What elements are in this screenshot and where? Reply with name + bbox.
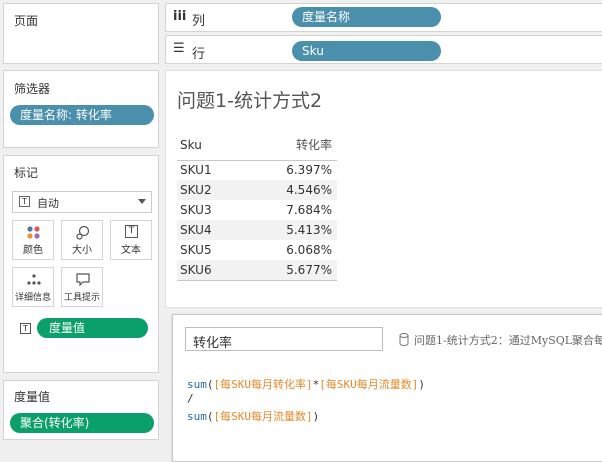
mark-type-label: 自动 — [37, 197, 59, 210]
pages-title: 页面 — [14, 14, 39, 28]
text-label: 文本 — [121, 245, 141, 256]
formula-paren: ) — [312, 410, 320, 423]
text-button[interactable]: T 文本 — [110, 220, 152, 260]
cell-value: 5.413% — [286, 223, 332, 237]
row-header-sku: SKU5 — [180, 243, 212, 257]
marks-pill-measure-values[interactable]: 度量值 — [37, 318, 148, 338]
filters-title: 筛选器 — [14, 82, 51, 96]
table-row[interactable]: SKU4 5.413% — [177, 220, 337, 240]
columns-shelf[interactable]: iii 列 度量名称 — [165, 3, 602, 32]
measure-values-panel[interactable]: 度量值 聚合(转化率) — [3, 380, 159, 440]
formula-field: [每SKU每月转化率] — [213, 378, 313, 391]
color-icon — [27, 226, 40, 239]
size-label: 大小 — [72, 245, 92, 256]
text-icon: T — [125, 225, 138, 238]
calc-datasource-label: 问题1-统计方式2：通过MySQL聚合每S — [414, 334, 602, 347]
formula-paren: ( — [206, 378, 214, 391]
marks-title: 标记 — [14, 166, 39, 180]
formula-field: [每SKU每月流量数] — [213, 410, 313, 423]
formula-field: [每SKU每月流量数] — [319, 378, 419, 391]
column-header-sku[interactable]: Sku — [177, 130, 251, 160]
rows-pill-sku[interactable]: Sku — [292, 41, 441, 61]
calc-name-value: 转化率 — [193, 336, 233, 351]
columns-label: 列 — [192, 14, 206, 29]
tooltip-icon — [76, 273, 90, 287]
table-row[interactable]: SKU1 6.397% — [177, 160, 337, 180]
table-header-row: Sku 转化率 — [177, 130, 337, 160]
formula-paren: ( — [206, 410, 214, 423]
view-title: 问题1-统计方式2 — [177, 90, 323, 112]
filter-pill-measure-names[interactable]: 度量名称: 转化率 — [10, 105, 154, 125]
columns-pill-measure-names[interactable]: 度量名称 — [292, 7, 441, 27]
cell-value: 6.068% — [286, 243, 332, 257]
row-header-sku: SKU3 — [180, 203, 212, 217]
column-header-conversion-rate[interactable]: 转化率 — [251, 130, 337, 160]
detail-button[interactable]: 详细信息 — [12, 267, 54, 307]
rows-icon: ☰ — [173, 41, 185, 56]
table-row[interactable]: SKU6 5.677% — [177, 260, 337, 280]
measure-values-title: 度量值 — [14, 390, 51, 404]
calc-name-field[interactable]: 转化率 — [185, 327, 383, 351]
marks-panel[interactable]: 标记 T 自动 颜色 大小 T 文本 详细信息 工具提示 T 度量值 — [3, 155, 159, 373]
measure-values-pill-aggregate[interactable]: 聚合(转化率) — [10, 413, 154, 433]
size-icon — [76, 225, 90, 240]
calc-formula-line-3[interactable]: sum([每SKU每月流量数]) — [187, 408, 319, 424]
color-label: 颜色 — [23, 245, 43, 256]
detail-label: 详细信息 — [14, 293, 51, 303]
detail-icon — [27, 274, 41, 285]
table-row[interactable]: SKU2 4.546% — [177, 180, 337, 200]
formula-operator: / — [187, 392, 194, 405]
cell-value: 6.397% — [286, 163, 332, 178]
tooltip-label: 工具提示 — [63, 293, 100, 303]
row-header-sku: SKU2 — [180, 183, 212, 197]
row-header-sku: SKU4 — [180, 223, 212, 237]
tooltip-button[interactable]: 工具提示 — [61, 267, 103, 307]
formula-paren: ) — [418, 378, 425, 391]
datasource-icon — [399, 333, 409, 346]
formula-function: sum — [187, 378, 207, 391]
calc-formula-line-1[interactable]: sum([每SKU每月转化率]*[每SKU每月流量数]) — [187, 376, 425, 392]
view-table: Sku 转化率 SKU1 6.397% SKU2 4.546% SKU3 7.6… — [177, 130, 337, 281]
text-encoding-icon: T — [20, 323, 31, 334]
cell-value: 7.684% — [286, 203, 332, 217]
cell-value: 4.546% — [286, 183, 332, 197]
formula-function: sum — [187, 410, 207, 423]
text-mark-icon: T — [19, 196, 30, 207]
calc-formula-line-2[interactable]: / — [187, 392, 194, 405]
rows-shelf[interactable]: ☰ 行 Sku — [165, 35, 602, 64]
color-button[interactable]: 颜色 — [12, 220, 54, 260]
table-row[interactable]: SKU5 6.068% — [177, 240, 337, 260]
filters-panel[interactable]: 筛选器 度量名称: 转化率 — [3, 70, 159, 148]
cell-value: 5.677% — [286, 262, 332, 277]
table-row[interactable]: SKU3 7.684% — [177, 200, 337, 220]
rows-label: 行 — [192, 47, 206, 62]
mark-type-dropdown[interactable]: T 自动 — [12, 191, 152, 213]
row-header-sku: SKU6 — [180, 262, 212, 277]
size-button[interactable]: 大小 — [61, 220, 103, 260]
row-header-sku: SKU1 — [180, 163, 212, 178]
columns-icon: iii — [173, 9, 187, 24]
pages-panel[interactable]: 页面 — [3, 3, 159, 64]
chevron-down-icon — [138, 199, 146, 204]
